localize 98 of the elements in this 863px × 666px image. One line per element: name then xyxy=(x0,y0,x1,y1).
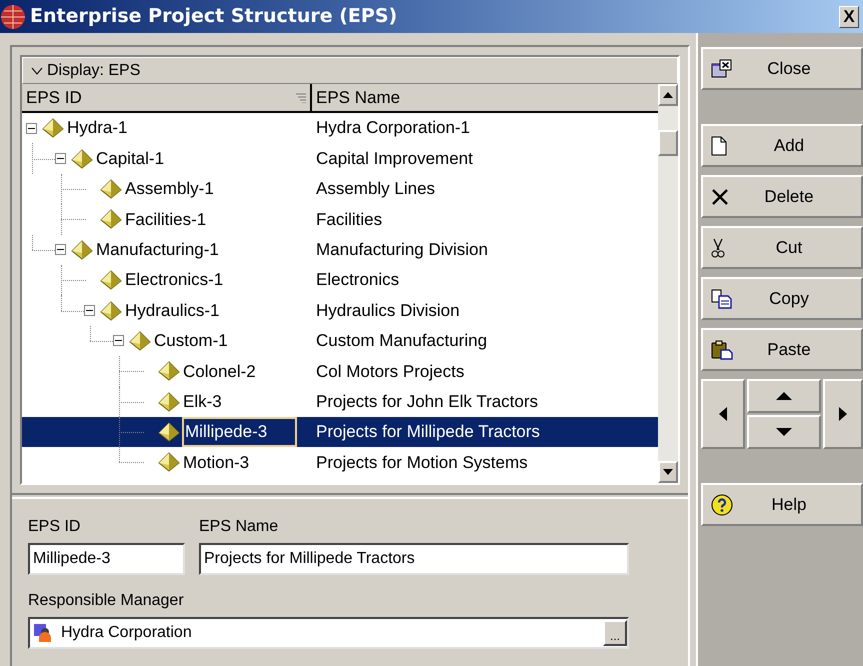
pyramid-icon xyxy=(42,118,64,138)
tree-row[interactable]: Manufacturing-1 Manufacturing Division xyxy=(22,234,658,265)
manager-value: Hydra Corporation xyxy=(61,623,193,643)
tree-row[interactable]: Facilities-1 Facilities xyxy=(22,204,658,235)
window-title: Enterprise Project Structure (EPS) xyxy=(30,4,398,30)
add-button[interactable]: Add xyxy=(701,124,863,167)
eps-id-cell-text: Capital-1 xyxy=(95,148,166,170)
field-label: EPS ID xyxy=(28,517,82,537)
right-triangle-icon xyxy=(839,407,847,421)
eps-name-cell-text: Hydraulics Division xyxy=(315,300,461,322)
move-down-button[interactable] xyxy=(747,415,821,449)
eps-name-cell-text: Capital Improvement xyxy=(315,148,474,170)
copy-pages-icon xyxy=(711,288,733,308)
cut-button[interactable]: Cut xyxy=(701,226,863,269)
eps-name-field[interactable]: Projects for Millipede Tractors xyxy=(199,543,629,575)
eps-id-cell-text: Assembly-1 xyxy=(124,178,215,200)
user-icon xyxy=(33,623,53,643)
browse-button[interactable]: ... xyxy=(603,620,627,646)
eps-id-cell: Millipede-3 xyxy=(182,417,297,447)
sort-lines-icon xyxy=(296,92,306,102)
eps-name-cell-text: Assembly Lines xyxy=(315,178,436,200)
eps-id-cell-text: Hydraulics-1 xyxy=(124,300,220,322)
eps-id-cell-text: Motion-3 xyxy=(182,452,250,474)
left-triangle-icon xyxy=(719,407,727,421)
chevron-down-icon xyxy=(31,66,43,74)
pyramid-icon xyxy=(158,361,180,382)
pyramid-icon xyxy=(158,452,180,472)
display-label: Display: EPS xyxy=(47,60,140,80)
close-button[interactable]: X xyxy=(839,6,859,28)
pyramid-icon xyxy=(71,148,93,169)
eps-name-cell-text: Electronics xyxy=(315,269,400,292)
eps-name-cell-text: Manufacturing Division xyxy=(315,239,489,261)
eps-id-cell-text: Hydra-1 xyxy=(66,117,128,140)
scroll-down-button[interactable] xyxy=(658,461,678,483)
pyramid-icon xyxy=(100,300,122,321)
eps-id-cell-text: Manufacturing-1 xyxy=(95,239,220,261)
column-header[interactable]: EPS Name xyxy=(312,84,658,111)
help-icon xyxy=(711,494,733,516)
eps-name-cell-text: Col Motors Projects xyxy=(315,360,466,383)
close-button[interactable]: Close xyxy=(701,47,863,90)
eps-name-cell-text: Custom Manufacturing xyxy=(315,330,488,352)
delete-button[interactable]: Delete xyxy=(701,175,863,218)
scroll-up-button[interactable] xyxy=(658,84,678,106)
copy-button[interactable]: Copy xyxy=(701,277,863,320)
eps-name-cell-text: Projects for Motion Systems xyxy=(315,452,529,474)
pyramid-icon xyxy=(100,270,122,290)
pyramid-icon xyxy=(71,240,93,260)
move-up-button[interactable] xyxy=(747,379,821,413)
eps-id-cell-text: Colonel-2 xyxy=(182,360,257,383)
field-label: Responsible Manager xyxy=(28,591,185,611)
eps-id-cell-text: Custom-1 xyxy=(153,330,229,352)
collapse-toggle[interactable] xyxy=(113,335,124,346)
tree-row[interactable]: Electronics-1 Electronics xyxy=(22,264,658,296)
pyramid-icon xyxy=(100,209,122,230)
eps-id-cell-text: Electronics-1 xyxy=(124,269,224,292)
field-label: EPS Name xyxy=(199,517,280,537)
tree-row[interactable]: Assembly-1 Assembly Lines xyxy=(22,174,658,204)
tree-row[interactable]: Colonel-2 Col Motors Projects xyxy=(22,356,658,387)
down-triangle-icon xyxy=(776,428,792,436)
up-triangle-icon xyxy=(776,392,792,400)
x-mark-icon xyxy=(711,188,729,206)
pyramid-icon xyxy=(158,392,180,412)
eps-id-field[interactable]: Millipede-3 xyxy=(28,543,185,575)
column-header[interactable]: EPS ID xyxy=(22,84,312,111)
scroll-thumb[interactable] xyxy=(658,130,678,156)
manager-field[interactable]: Hydra Corporation ... xyxy=(28,617,629,649)
pyramid-icon xyxy=(129,330,151,351)
scrollbar[interactable] xyxy=(658,84,678,483)
eps-id-cell-text: Facilities-1 xyxy=(124,208,208,231)
eps-id-cell-text: Elk-3 xyxy=(182,390,223,413)
help-button[interactable]: Help xyxy=(701,483,863,526)
globe-icon xyxy=(0,4,26,30)
eps-name-cell-text: Projects for Millipede Tractors xyxy=(315,421,541,444)
collapse-toggle[interactable] xyxy=(84,305,95,316)
clipboard-icon xyxy=(711,340,733,360)
eps-name-cell-text: Facilities xyxy=(315,208,384,231)
collapse-toggle[interactable] xyxy=(55,153,66,164)
collapse-toggle[interactable] xyxy=(26,122,37,134)
eps-name-cell-text: Hydra Corporation-1 xyxy=(315,117,472,140)
tree-row[interactable]: Hydraulics-1 Hydraulics Division xyxy=(22,295,658,326)
window-close-icon xyxy=(711,58,733,78)
tree-row[interactable]: Hydra-1 Hydra Corporation-1 xyxy=(22,113,658,144)
pyramid-icon xyxy=(100,178,122,199)
tree-row[interactable]: Custom-1 Custom Manufacturing xyxy=(22,326,658,356)
up-triangle-icon xyxy=(663,92,673,98)
display-bar[interactable]: Display: EPS xyxy=(22,57,678,84)
down-triangle-icon xyxy=(663,469,673,475)
tree-row[interactable]: Millipede-3 Projects for Millipede Tractors xyxy=(22,416,658,448)
pyramid-icon xyxy=(158,422,180,442)
paste-button[interactable]: Paste xyxy=(701,328,863,371)
eps-name-cell-text: Projects for John Elk Tractors xyxy=(315,390,540,413)
collapse-toggle[interactable] xyxy=(55,244,66,256)
scissors-icon xyxy=(711,238,725,258)
move-right-button[interactable] xyxy=(823,379,863,449)
tree-row[interactable]: Motion-3 Projects for Motion Systems xyxy=(22,447,658,478)
tree-row[interactable]: Capital-1 Capital Improvement xyxy=(22,143,658,174)
move-left-button[interactable] xyxy=(701,379,745,449)
blank-page-icon xyxy=(711,136,727,156)
